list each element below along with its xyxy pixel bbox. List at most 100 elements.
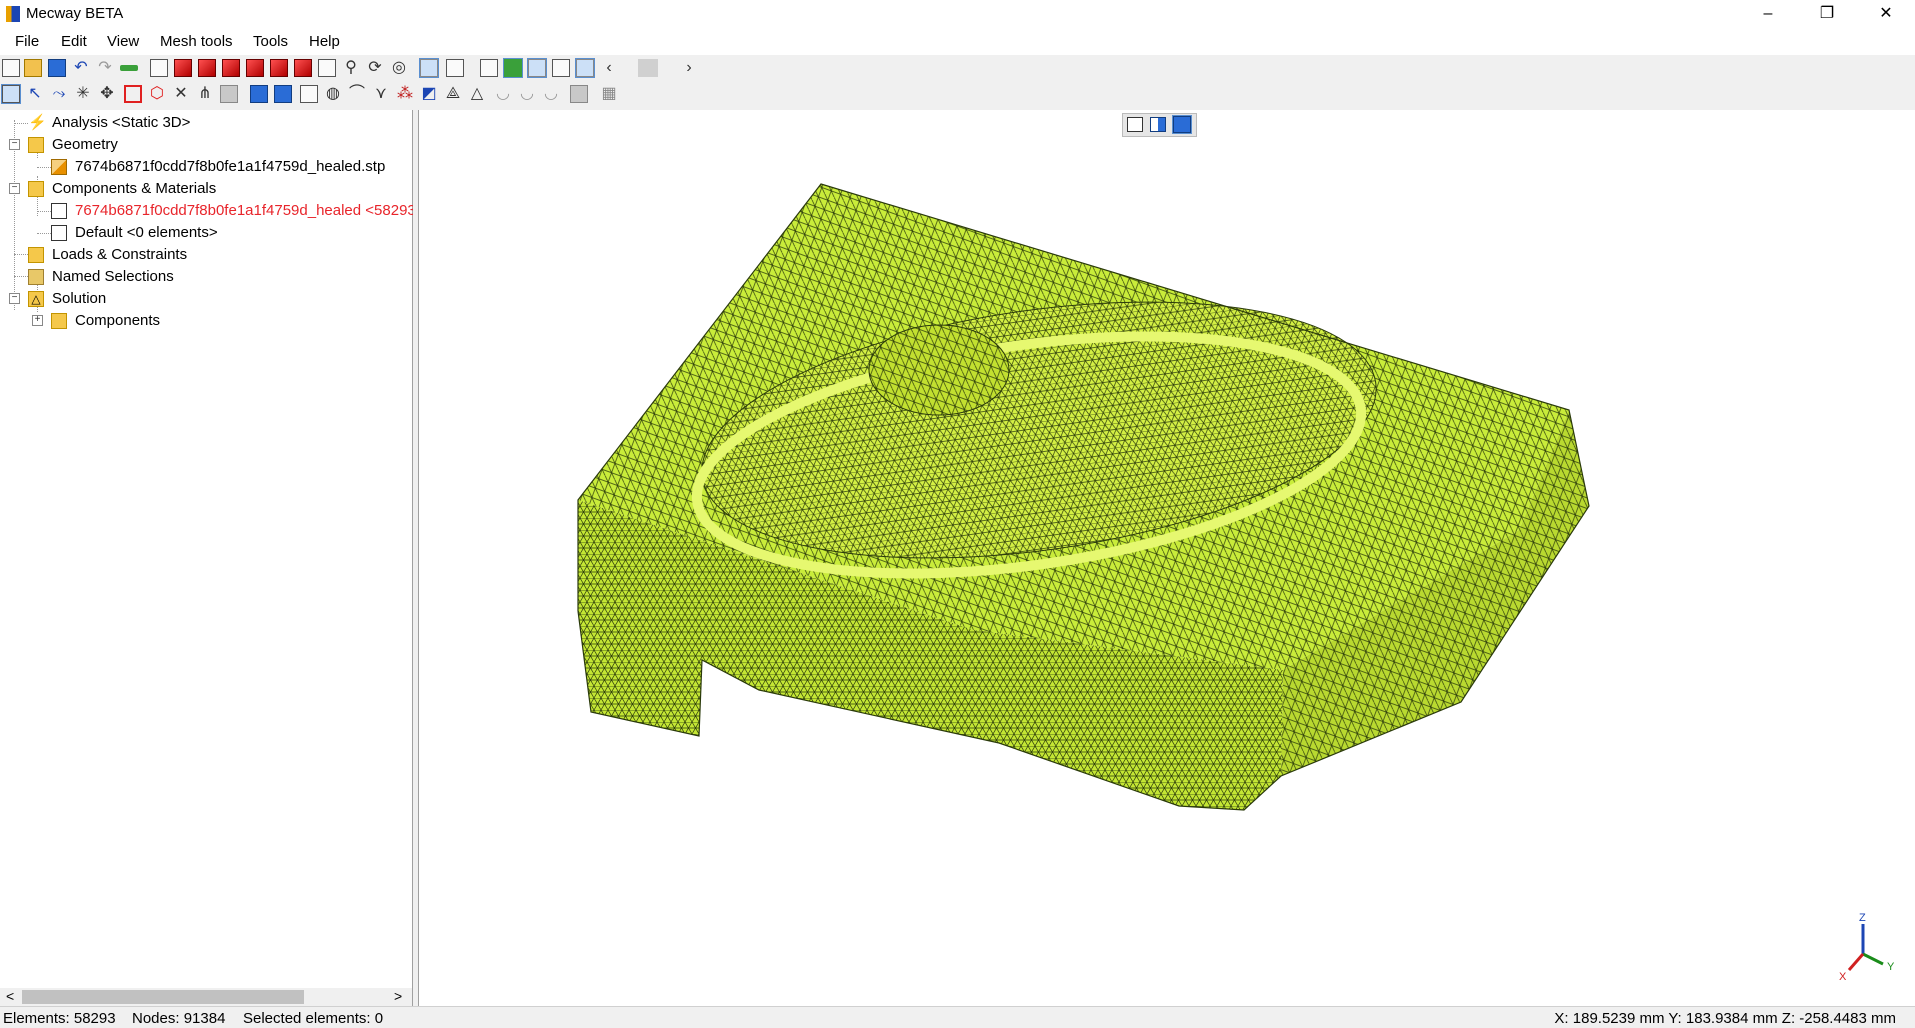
select-path-icon[interactable]: ⤳	[50, 85, 68, 103]
close-button[interactable]: ✕	[1857, 0, 1915, 29]
move-nodes-icon[interactable]: ✥	[98, 85, 116, 103]
tree-label-component-main: 7674b6871f0cdd7f8b0fe1a1f4759d_healed <5…	[75, 202, 416, 219]
select-elements-icon[interactable]	[1, 84, 21, 104]
save-icon[interactable]	[48, 59, 66, 77]
view-top-icon[interactable]	[270, 59, 288, 77]
table-icon[interactable]: ▦	[600, 85, 618, 103]
view-left-icon[interactable]	[222, 59, 240, 77]
zoom-window-icon[interactable]	[318, 59, 336, 77]
connect-icon[interactable]: ⁂	[396, 85, 414, 103]
mesh-quality-icon[interactable]	[575, 58, 595, 78]
named-selections-icon	[28, 269, 44, 285]
window-title: Mecway BETA	[26, 5, 124, 22]
menu-mesh-tools[interactable]: Mesh tools	[160, 33, 233, 50]
select-nodes-icon[interactable]: ↖	[26, 85, 44, 103]
open-file-icon[interactable]	[24, 59, 42, 77]
rotate-icon[interactable]: ⟳	[366, 59, 384, 77]
solution-tree-icon: △	[28, 291, 44, 307]
tree-horizontal-scrollbar[interactable]: < >	[0, 988, 412, 1006]
redo-icon[interactable]: ↷	[96, 59, 114, 77]
split-icon[interactable]: ⋔	[196, 85, 214, 103]
undo-icon[interactable]: ↶	[72, 59, 90, 77]
scrollbar-thumb[interactable]	[22, 990, 304, 1004]
toolbar-mesh: ↖ ⤳ ✳ ✥ ⬡ ✕ ⋔ ◍ ⌒ ⋎ ⁂ ◩ ⟁ △ ◡ ◡ ◡ ▦	[0, 81, 1915, 107]
tree-connector	[37, 167, 51, 168]
render-mode-icon[interactable]	[419, 58, 439, 78]
triangle-icon[interactable]: △	[468, 85, 486, 103]
x-axis	[1847, 953, 1865, 971]
wireframe-icon[interactable]	[552, 59, 570, 77]
merge-icon[interactable]: ⋎	[372, 85, 390, 103]
cube-icon[interactable]: ⬡	[148, 85, 166, 103]
menu-file[interactable]: File	[15, 33, 39, 50]
3d-viewport[interactable]: Z Y X	[418, 110, 1915, 1006]
view-bottom-icon[interactable]	[294, 59, 312, 77]
view-front-icon[interactable]	[174, 59, 192, 77]
menu-help[interactable]: Help	[309, 33, 340, 50]
surface-2-icon[interactable]: ◡	[518, 85, 536, 103]
tree-label-analysis: Analysis <Static 3D>	[52, 114, 191, 131]
transparent-icon[interactable]	[527, 58, 547, 78]
minimize-button[interactable]: –	[1739, 0, 1797, 29]
scroll-left-icon[interactable]: ‹	[600, 59, 618, 77]
solution-icon[interactable]: ◩	[420, 85, 438, 103]
view-right-icon[interactable]	[246, 59, 264, 77]
tree-label-solution-components: Components	[75, 312, 161, 329]
refine-icon[interactable]	[274, 85, 292, 103]
display-options-icon[interactable]	[446, 59, 464, 77]
fit-icon[interactable]: ◎	[390, 59, 408, 77]
edges-icon[interactable]	[480, 59, 498, 77]
cylinder-icon[interactable]: ◍	[324, 85, 342, 103]
tree-connector	[14, 254, 28, 255]
delete-icon[interactable]: ✕	[172, 85, 190, 103]
extrude-icon[interactable]	[220, 85, 238, 103]
status-nodes: Nodes: 91384	[132, 1010, 226, 1027]
mesh-triangle-icon[interactable]: ⟁	[444, 85, 462, 103]
green-bar-icon[interactable]	[120, 65, 138, 71]
collapse-solution-icon[interactable]: −	[9, 293, 20, 304]
scroll-thumb[interactable]	[638, 59, 658, 77]
zoom-icon[interactable]: ⚲	[342, 59, 360, 77]
status-elements: Elements: 58293	[3, 1010, 116, 1027]
tree-connector	[37, 233, 51, 234]
surface-3-icon[interactable]: ◡	[542, 85, 560, 103]
tree-label-solution: Solution	[52, 290, 107, 307]
surface-1-icon[interactable]: ◡	[494, 85, 512, 103]
menu-view[interactable]: View	[107, 33, 139, 50]
scroll-left-arrow[interactable]: <	[6, 988, 14, 1004]
menu-edit[interactable]: Edit	[61, 33, 87, 50]
components-folder-icon	[51, 313, 67, 329]
renumber-icon[interactable]	[250, 85, 268, 103]
scroll-right-arrow[interactable]: >	[394, 988, 402, 1004]
x-axis-label: X	[1839, 971, 1847, 982]
grid-icon[interactable]	[570, 85, 588, 103]
tree-connector	[14, 276, 28, 277]
menu-tools[interactable]: Tools	[253, 33, 288, 50]
lightning-icon: ⚡	[28, 114, 47, 131]
view-back-icon[interactable]	[198, 59, 216, 77]
component-icon	[51, 225, 67, 241]
status-selected: Selected elements: 0	[243, 1010, 384, 1027]
view-iso-icon[interactable]	[150, 59, 168, 77]
bend-icon[interactable]: ⌒	[348, 85, 366, 103]
y-axis-label: Y	[1887, 961, 1895, 973]
mesh-model[interactable]	[419, 110, 1915, 1006]
status-bar: Elements: 58293 Nodes: 91384 Selected el…	[0, 1006, 1915, 1028]
expand-solution-components-icon[interactable]: +	[32, 315, 43, 326]
shaded-icon[interactable]	[503, 58, 523, 78]
axis-triad: Z Y X	[1839, 912, 1895, 982]
copy-icon[interactable]	[300, 85, 318, 103]
status-coordinates: X: 189.5239 mm Y: 183.9384 mm Z: -258.44…	[1554, 1010, 1896, 1027]
maximize-button[interactable]: ❐	[1798, 0, 1856, 29]
mesh-inner-pocket-grid	[869, 325, 1009, 415]
collapse-components-icon[interactable]: −	[9, 183, 20, 194]
tree-label-geometry-file: 7674b6871f0cdd7f8b0fe1a1f4759d_healed.st…	[75, 158, 386, 175]
scroll-right-icon[interactable]: ›	[680, 59, 698, 77]
rectangle-icon[interactable]	[124, 85, 142, 103]
explode-icon[interactable]: ✳	[74, 85, 92, 103]
new-file-icon[interactable]	[2, 59, 20, 77]
step-file-icon	[51, 159, 67, 175]
tree-connector	[14, 123, 28, 124]
collapse-geometry-icon[interactable]: −	[9, 139, 20, 150]
tree-label-loads-constraints: Loads & Constraints	[52, 246, 188, 263]
